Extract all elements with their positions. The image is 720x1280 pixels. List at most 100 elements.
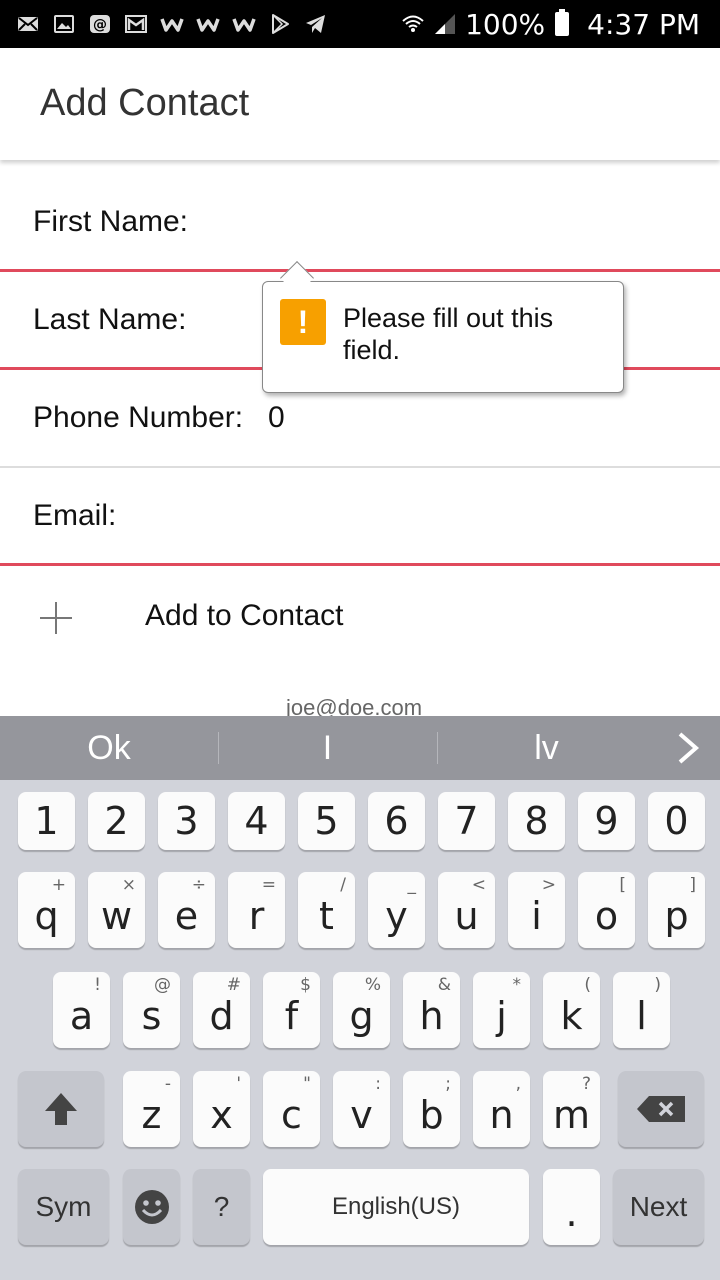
key-label: c [281,1093,302,1137]
space-label: English(US) [331,1193,461,1220]
key-secondary-label: , [515,1074,521,1094]
key-secondary-label: % [364,975,381,995]
key-8[interactable]: 8 [508,792,565,850]
key-3[interactable]: 3 [158,792,215,850]
key-label: k [560,994,583,1038]
key-u[interactable]: u < [438,872,495,948]
key-secondary-label: ! [94,975,101,995]
backspace-key[interactable] [618,1071,704,1147]
key-label: m [552,1093,591,1137]
key-label: 4 [244,799,269,843]
mail-icon [16,12,40,36]
email-field[interactable]: Email: [0,468,720,566]
question-key[interactable]: ? [193,1169,250,1245]
key-5[interactable]: 5 [298,792,355,850]
add-to-contact-button[interactable]: Add to Contact [0,568,720,664]
key-1[interactable]: 1 [18,792,75,850]
key-secondary-label: # [226,975,241,995]
key-secondary-label: ] [689,875,696,895]
key-label: o [594,894,619,938]
next-key[interactable]: Next [613,1169,704,1245]
suggestion-2[interactable]: I [218,716,437,780]
validation-message: Please fill out this field. [343,303,554,365]
shift-arrow-icon [45,1093,77,1125]
key-g[interactable]: g% [333,972,390,1048]
key-secondary-label: / [340,875,346,895]
sym-key[interactable]: Sym [18,1169,109,1245]
backspace-icon [637,1096,685,1122]
key-label: w [100,894,133,938]
validation-tooltip: ! Please fill out this field. [262,261,624,393]
key-9[interactable]: 9 [578,792,635,850]
first-name-field[interactable]: First Name: [0,174,720,272]
key-0[interactable]: 0 [648,792,705,850]
key-label: 6 [384,799,409,843]
key-a[interactable]: a! [53,972,110,1048]
key-secondary-label: ÷ [191,875,206,895]
key-label: a [69,994,94,1038]
key-label: t [319,894,334,938]
battery-icon [555,9,570,36]
key-secondary-label: > [541,875,556,895]
key-secondary-label: : [375,1074,381,1094]
key-k[interactable]: k( [543,972,600,1048]
space-key[interactable]: English(US) [263,1169,529,1245]
key-4[interactable]: 4 [228,792,285,850]
key-q[interactable]: q + [18,872,75,948]
key-d[interactable]: d # [193,972,250,1048]
clock: 4:37 PM [587,7,700,41]
period-key[interactable]: . [543,1169,600,1245]
key-label: e [174,894,199,938]
phone-number-value[interactable]: 0 [268,401,285,435]
key-x[interactable]: x ' [193,1071,250,1147]
shift-key[interactable] [18,1071,104,1147]
emoji-key[interactable] [123,1169,180,1245]
notification-icons: @ [0,12,328,36]
key-7[interactable]: 7 [438,792,495,850]
suggestion-3[interactable]: lv [437,716,656,780]
key-c[interactable]: c " [263,1071,320,1147]
key-label: 3 [174,799,199,843]
key-6[interactable]: 6 [368,792,425,850]
key-h[interactable]: h & [403,972,460,1048]
key-2[interactable]: 2 [88,792,145,850]
key-label: l [636,994,647,1038]
key-secondary-label: = [261,875,276,895]
key-i[interactable]: i > [508,872,565,948]
key-label: 2 [104,799,129,843]
key-s[interactable]: s @ [123,972,180,1048]
key-r[interactable]: r = [228,872,285,948]
w-app-icon [196,12,220,36]
battery-percent: 100% [465,7,546,41]
system-status: 100% 4:37 PM [401,0,700,48]
key-y[interactable]: y _ [368,872,425,948]
key-b[interactable]: b; [403,1071,460,1147]
page-title: Add Contact [40,82,250,124]
key-t[interactable]: t / [298,872,355,948]
key-secondary-label: * [512,975,522,995]
first-name-label: First Name: [33,205,189,238]
key-v[interactable]: v: [333,1071,390,1147]
key-n[interactable]: n, [473,1071,530,1147]
key-m[interactable]: m? [543,1071,600,1147]
key-o[interactable]: o[ [578,872,635,948]
key-label: 7 [454,799,479,843]
gmail-icon [124,12,148,36]
key-label: i [531,894,542,938]
key-label: q [34,894,59,938]
key-j[interactable]: j * [473,972,530,1048]
key-label: g [349,994,374,1038]
key-f[interactable]: f $ [263,972,320,1048]
key-secondary-label: ( [584,975,591,995]
key-e[interactable]: e ÷ [158,872,215,948]
key-w[interactable]: w × [88,872,145,948]
key-p[interactable]: p] [648,872,705,948]
key-label: r [248,894,265,938]
key-l[interactable]: l) [613,972,670,1048]
w-app-icon [232,12,256,36]
key-secondary-label: × [121,875,136,895]
key-z[interactable]: z- [123,1071,180,1147]
suggestion-1[interactable]: Ok [0,716,218,780]
plus-icon [40,602,72,634]
chevron-right-icon[interactable] [670,728,706,768]
